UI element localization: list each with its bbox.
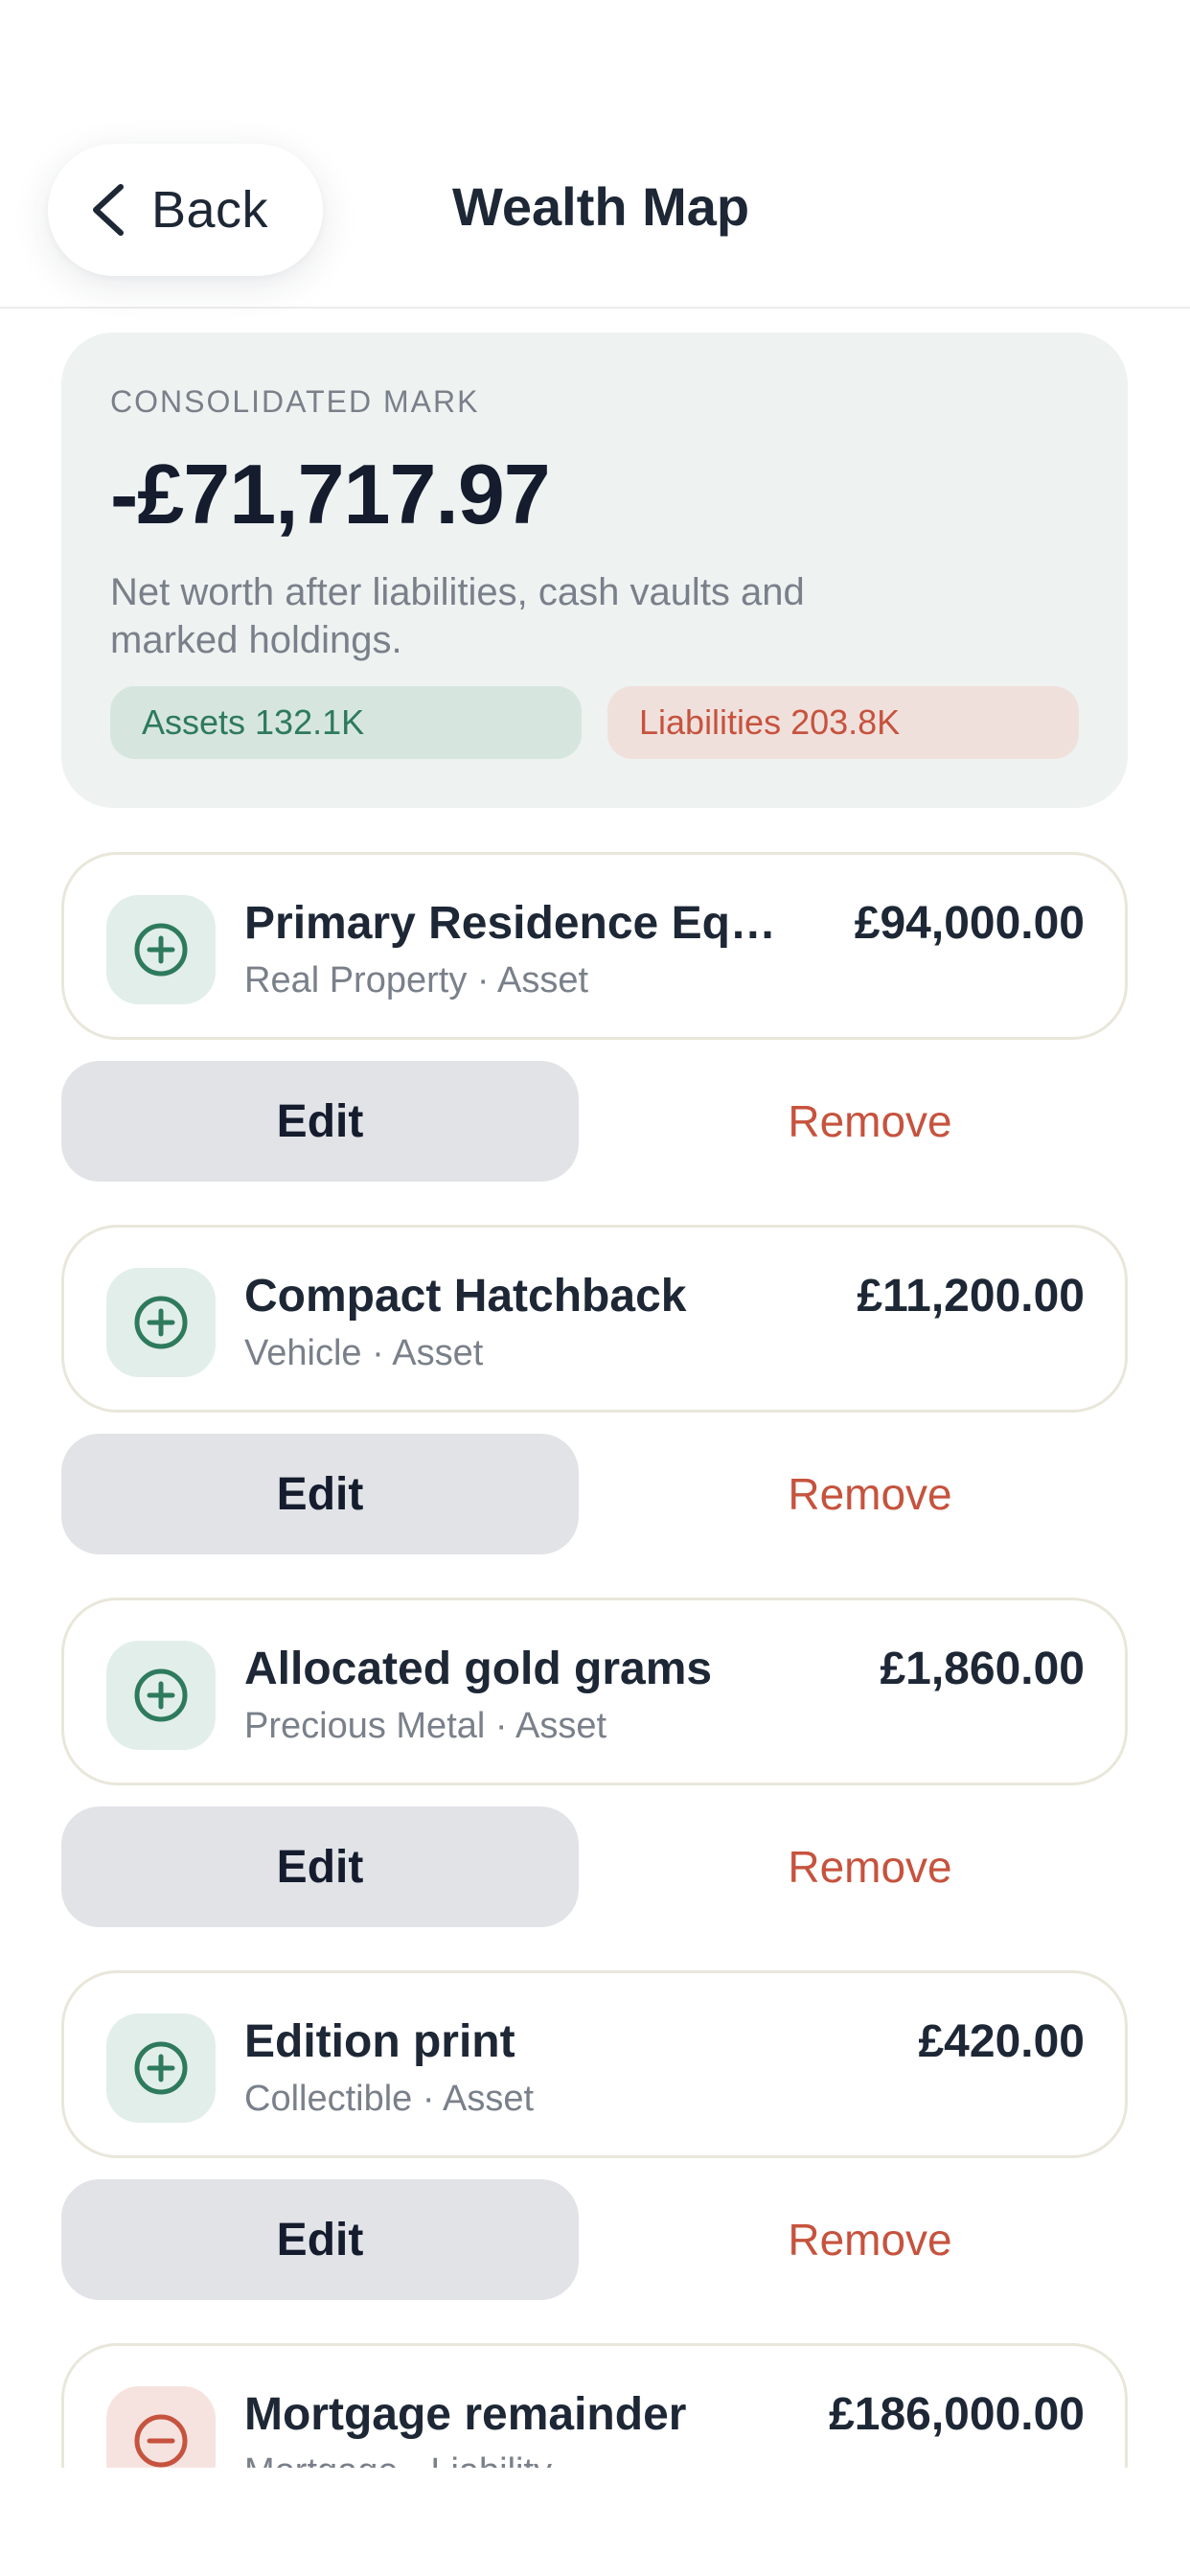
holding-category: Collectible [244, 2079, 413, 2119]
holding-category: Vehicle [244, 1333, 362, 1373]
holding-category: Precious Metal [244, 1706, 486, 1746]
back-button-label: Back [151, 181, 269, 239]
remove-button[interactable]: Remove [728, 2179, 1012, 2300]
assets-total-badge: Assets 132.1K [110, 686, 582, 759]
asset-badge [106, 895, 216, 1004]
holding-name: Edition print [244, 2016, 515, 2067]
remove-button[interactable]: Remove [728, 1434, 1012, 1554]
holding-value: £420.00 [918, 2016, 1085, 2067]
holding-name: Compact Hatchback [244, 1271, 687, 1322]
holding-kind: Asset [392, 1333, 484, 1373]
holding-kind: Asset [497, 960, 589, 1000]
holding-card[interactable]: Primary Residence Equ... Real Property ·… [61, 852, 1128, 1040]
holding-meta: Mortgage · Liability [244, 2451, 552, 2468]
asset-badge [106, 1641, 216, 1750]
holding-name: Primary Residence Equ... [244, 898, 790, 949]
minus-circle-icon [134, 2414, 188, 2468]
holding-value: £94,000.00 [854, 898, 1085, 949]
edit-button[interactable]: Edit [61, 1806, 579, 1927]
summary-description: Net worth after liabilities, cash vaults… [110, 571, 805, 661]
holding-kind: Asset [515, 1706, 607, 1746]
plus-circle-icon [134, 923, 188, 977]
header-bar: Back Wealth Map [0, 0, 1190, 309]
holding-card[interactable]: Allocated gold grams Precious Metal · As… [61, 1598, 1128, 1785]
edit-button[interactable]: Edit [61, 1061, 579, 1182]
holding-value: £186,000.00 [829, 2389, 1085, 2440]
plus-circle-icon [134, 2041, 188, 2095]
holding-card[interactable]: Mortgage remainder Mortgage · Liability … [61, 2343, 1128, 2468]
liability-badge [106, 2386, 216, 2468]
holding-kind: Asset [443, 2079, 535, 2119]
back-button[interactable]: Back [48, 144, 323, 276]
holding-card[interactable]: Compact Hatchback Vehicle · Asset £11,20… [61, 1225, 1128, 1413]
net-worth-amount: -£71,717.97 [110, 447, 551, 541]
holding-category: Mortgage [244, 2451, 399, 2468]
holding-meta: Precious Metal · Asset [244, 1706, 607, 1746]
liabilities-total-badge: Liabilities 203.8K [607, 686, 1079, 759]
holdings-list: Primary Residence Equ... Real Property ·… [0, 808, 1190, 2468]
edit-button[interactable]: Edit [61, 2179, 579, 2300]
holding-name: Allocated gold grams [244, 1644, 713, 1694]
wealth-map-screen: Back Wealth Map CONSOLIDATED MARK -£71,7… [0, 0, 1190, 2576]
remove-button[interactable]: Remove [728, 1061, 1012, 1182]
holding-category: Real Property [244, 960, 468, 1000]
asset-badge [106, 1268, 216, 1377]
summary-kicker: CONSOLIDATED MARK [110, 384, 480, 419]
holding-value: £1,860.00 [880, 1644, 1085, 1694]
chevron-left-icon [93, 184, 124, 236]
holding-name: Mortgage remainder [244, 2389, 687, 2440]
holding-kind: Liability [430, 2451, 552, 2468]
holding-meta: Collectible · Asset [244, 2079, 535, 2119]
holding-value: £11,200.00 [857, 1271, 1085, 1322]
holding-meta: Vehicle · Asset [244, 1333, 484, 1373]
remove-button[interactable]: Remove [728, 1806, 1012, 1927]
asset-badge [106, 2013, 216, 2123]
holding-card[interactable]: Edition print Collectible · Asset £420.0… [61, 1970, 1128, 2158]
page-title: Wealth Map [452, 176, 750, 237]
net-worth-summary-card: CONSOLIDATED MARK -£71,717.97 Net worth … [61, 333, 1128, 808]
edit-button[interactable]: Edit [61, 1434, 579, 1554]
holding-meta: Real Property · Asset [244, 960, 589, 1000]
plus-circle-icon [134, 1668, 188, 1722]
plus-circle-icon [134, 1296, 188, 1349]
